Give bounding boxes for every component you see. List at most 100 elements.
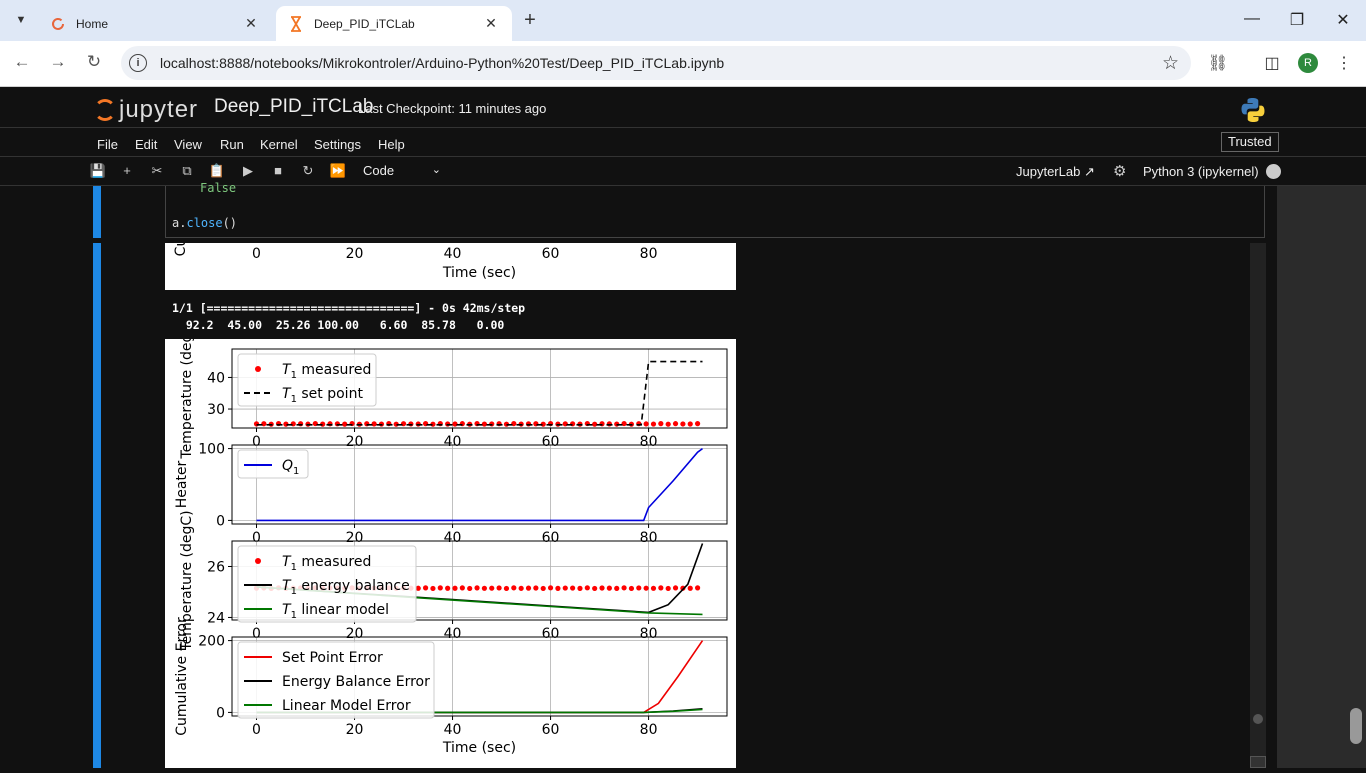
minimize-icon[interactable]: — xyxy=(1240,10,1264,28)
save-icon[interactable]: 💾 xyxy=(89,163,107,179)
tab-close-icon[interactable]: ✕ xyxy=(242,15,260,32)
menu-kernel[interactable]: Kernel xyxy=(260,137,298,152)
legend-label: Linear Model Error xyxy=(282,698,411,714)
data-point xyxy=(636,585,642,591)
stop-square-icon[interactable]: ■ xyxy=(269,163,287,178)
output-scroll-end[interactable] xyxy=(1250,756,1266,768)
run-all-fast-forward-icon[interactable]: ⏩ xyxy=(329,163,347,179)
data-point xyxy=(592,585,598,592)
code-cell-editor[interactable]: False a.close() xyxy=(165,181,1265,238)
data-point xyxy=(518,585,524,591)
output-scrollbar[interactable] xyxy=(1250,243,1266,768)
menu-file[interactable]: File xyxy=(97,137,118,152)
hourglass-icon xyxy=(288,15,304,32)
legend: T1 measuredT1 energy balanceT1 linear mo… xyxy=(237,545,417,623)
data-point xyxy=(577,585,583,591)
side-panel-icon[interactable]: ◫ xyxy=(1261,53,1283,73)
code-line: a.close() xyxy=(172,216,238,230)
y-tick-label: 200 xyxy=(198,634,225,650)
output-figure: 30 40 0 20 40 60 80 Temperature (degC) T1 measur… xyxy=(165,318,736,768)
insert-cell-plus-icon[interactable]: + xyxy=(118,163,136,178)
data-point xyxy=(430,585,436,592)
menu-view[interactable]: View xyxy=(174,137,202,152)
jupyterlab-link-label: JupyterLab xyxy=(1016,164,1081,179)
jupyter-menubar: File Edit View Run Kernel Settings Help xyxy=(0,129,1366,157)
data-point xyxy=(555,585,561,591)
forward-arrow-icon[interactable]: → xyxy=(47,52,69,72)
close-window-icon[interactable]: ✕ xyxy=(1331,10,1355,30)
tab-close-icon[interactable]: ✕ xyxy=(482,15,500,32)
code-cell-collapser[interactable] xyxy=(93,186,101,238)
data-point xyxy=(422,585,429,591)
legend: Set Point Error Energy Balance Error Linea… xyxy=(237,641,435,719)
copy-icon[interactable]: ⧉ xyxy=(178,163,196,179)
kernel-settings-gear-icon[interactable]: ⚙ xyxy=(1113,162,1126,180)
data-point xyxy=(650,585,657,591)
trusted-badge[interactable]: Trusted xyxy=(1221,132,1279,152)
data-point xyxy=(445,421,451,427)
data-point xyxy=(334,421,340,427)
data-point xyxy=(511,585,517,591)
bookmark-star-icon[interactable]: ☆ xyxy=(1162,52,1179,75)
cell-type-select[interactable]: Code ⌄ xyxy=(363,163,445,178)
tab-label: Deep_PID_iTCLab xyxy=(314,16,415,31)
menu-settings[interactable]: Settings xyxy=(314,137,361,152)
jupyter-logo[interactable]: jupyter xyxy=(94,96,198,124)
external-link-icon: ↗ xyxy=(1083,164,1095,179)
data-point xyxy=(489,585,495,591)
data-point xyxy=(496,585,502,591)
notebook-title[interactable]: Deep_PID_iTCLab xyxy=(214,96,373,118)
reload-icon[interactable]: ↻ xyxy=(83,52,105,72)
tab-search-chevron-down-icon[interactable]: ▼ xyxy=(8,8,34,32)
url-text[interactable]: localhost:8888/notebooks/Mikrokontroler/… xyxy=(160,55,724,71)
jupyter-logo-text: jupyter xyxy=(119,96,199,123)
paste-clipboard-icon[interactable]: 📋 xyxy=(208,163,226,179)
output-collapser[interactable] xyxy=(93,243,101,768)
menu-edit[interactable]: Edit xyxy=(135,137,157,152)
code-obj: a. xyxy=(172,216,187,230)
data-point xyxy=(694,421,701,427)
y-axis-label: Temperature (degC) xyxy=(179,339,195,460)
x-tick-label: 20 xyxy=(346,246,364,262)
jupyterlab-link[interactable]: JupyterLab ↗ xyxy=(1016,164,1095,180)
x-tick-label: 80 xyxy=(640,722,658,738)
data-point xyxy=(672,585,679,591)
notebook-scrollbar-thumb[interactable] xyxy=(1350,708,1362,744)
restore-icon[interactable]: ❐ xyxy=(1285,10,1309,30)
kernel-name[interactable]: Python 3 (ipykernel) xyxy=(1143,164,1259,179)
data-point xyxy=(606,585,612,591)
data-point xyxy=(621,585,627,591)
restart-kernel-icon[interactable]: ↻ xyxy=(299,163,317,179)
data-point xyxy=(643,421,649,427)
site-info-icon[interactable]: i xyxy=(129,54,147,72)
data-point xyxy=(687,421,693,427)
chrome-refresh-icon xyxy=(50,16,66,32)
x-tick-label: 0 xyxy=(252,722,261,738)
data-point xyxy=(525,421,532,427)
series-line xyxy=(256,447,703,522)
data-point xyxy=(599,585,605,591)
cut-scissors-icon[interactable]: ✂ xyxy=(148,163,166,179)
browser-menu-kebab-icon[interactable]: ⋮ xyxy=(1333,53,1355,73)
data-point xyxy=(658,585,664,591)
run-play-icon[interactable]: ▶ xyxy=(239,163,257,179)
legend: T1 measuredT1 set point xyxy=(237,353,377,407)
data-point xyxy=(687,585,693,591)
back-arrow-icon[interactable]: ← xyxy=(11,52,33,72)
menu-run[interactable]: Run xyxy=(220,137,244,152)
output-figure-svg: 30 40 0 20 40 60 80 Temperature (degC) T1 measur… xyxy=(174,318,728,756)
profile-avatar[interactable]: R xyxy=(1298,53,1318,73)
url-omnibox[interactable]: i localhost:8888/notebooks/Mikrokontrole… xyxy=(121,46,1191,80)
data-point xyxy=(628,585,635,592)
data-point xyxy=(592,421,598,427)
data-point xyxy=(371,421,377,427)
new-tab-plus-icon[interactable]: + xyxy=(518,9,542,32)
output-scroll-thumb[interactable] xyxy=(1253,714,1263,724)
data-point xyxy=(650,421,657,427)
x-tick-label: 40 xyxy=(444,246,462,262)
extensions-puzzle-icon[interactable]: ⛓ xyxy=(1207,53,1229,73)
tab-notebook[interactable]: Deep_PID_iTCLab ✕ xyxy=(276,6,512,41)
tab-home[interactable]: Home ✕ xyxy=(38,6,272,41)
data-point xyxy=(408,421,414,427)
menu-help[interactable]: Help xyxy=(378,137,405,152)
